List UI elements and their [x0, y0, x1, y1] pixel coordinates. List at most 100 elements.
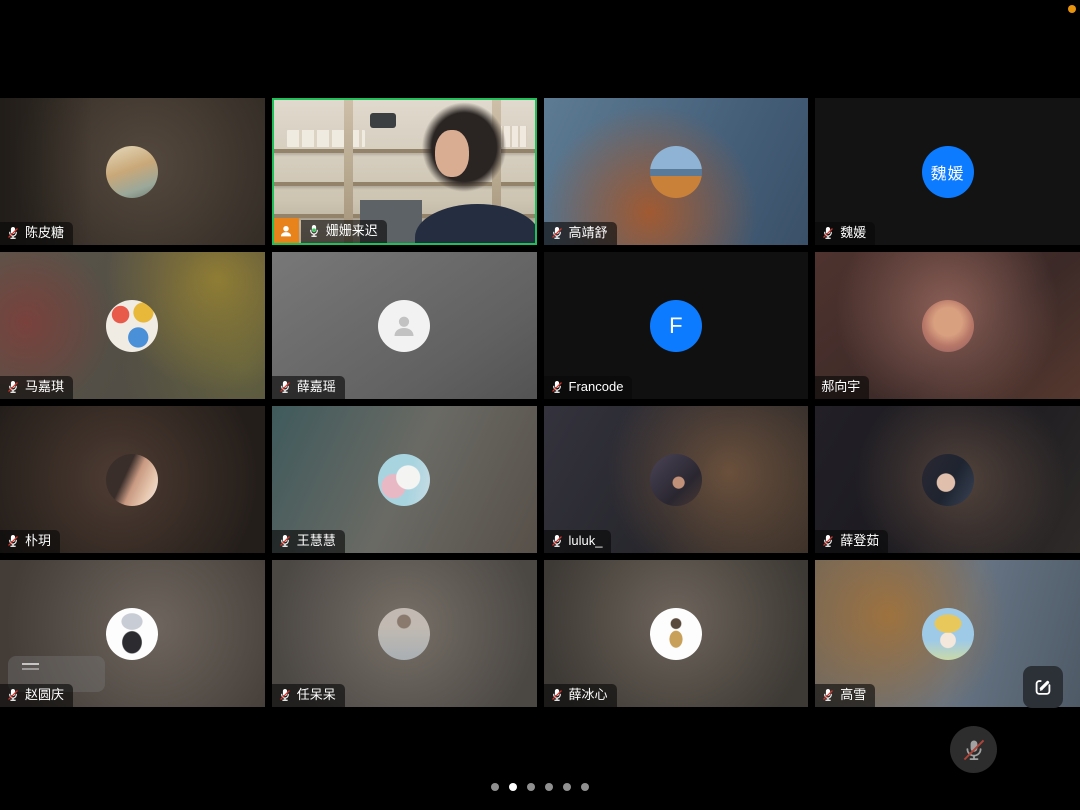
participant-tile[interactable]: 薛登茹	[815, 406, 1080, 553]
shelf-object	[370, 113, 396, 128]
mic-muted-icon	[821, 534, 835, 548]
participant-tile[interactable]: luluk_	[544, 406, 809, 553]
mic-muted-icon	[6, 534, 20, 548]
participant-tile[interactable]: F Francode	[544, 252, 809, 399]
participant-label: 薛嘉瑶	[272, 376, 345, 399]
microphone-toggle-button[interactable]	[950, 726, 997, 773]
recording-indicator-dot	[1068, 5, 1076, 13]
participant-label: 姗姗来迟	[301, 220, 387, 243]
participant-label: 郝向宇	[815, 376, 869, 399]
page-dot	[527, 783, 535, 791]
avatar	[922, 608, 974, 660]
mic-muted-icon	[962, 738, 986, 762]
mic-muted-icon	[821, 688, 835, 702]
avatar	[650, 146, 702, 198]
participant-name: 高靖舒	[569, 225, 608, 241]
participant-name: 薛嘉瑶	[297, 379, 336, 395]
participant-label: 薛冰心	[544, 684, 617, 707]
mic-muted-icon	[821, 226, 835, 240]
mic-muted-icon	[6, 226, 20, 240]
avatar-initials-text: F	[669, 313, 682, 339]
host-badge	[274, 218, 299, 243]
participant-label: 高雪	[815, 684, 875, 707]
participant-tile[interactable]: 陈皮糖	[0, 98, 265, 245]
avatar	[378, 608, 430, 660]
participant-tile[interactable]: 薛冰心	[544, 560, 809, 707]
avatar	[650, 608, 702, 660]
meeting-window: 陈皮糖 姗姗来迟	[0, 0, 1080, 810]
participant-label: Francode	[544, 376, 633, 399]
avatar	[106, 146, 158, 198]
participant-label: 陈皮糖	[0, 222, 73, 245]
participant-tile[interactable]: 王慧慧	[272, 406, 537, 553]
mic-muted-icon	[550, 688, 564, 702]
avatar-initials: F	[650, 300, 702, 352]
participant-name: 薛冰心	[569, 687, 608, 703]
avatar	[922, 454, 974, 506]
mic-muted-icon	[6, 380, 20, 394]
page-dot	[491, 783, 499, 791]
participant-name: 任呆呆	[297, 687, 336, 703]
participant-label: 薛登茹	[815, 530, 888, 553]
participant-name: 朴玥	[25, 533, 51, 549]
avatar	[378, 454, 430, 506]
participant-label: 赵圆庆	[0, 684, 73, 707]
mic-active-icon	[307, 224, 321, 238]
participant-tile[interactable]: 马嘉琪	[0, 252, 265, 399]
participant-name: 高雪	[840, 687, 866, 703]
participant-name: Francode	[569, 379, 624, 395]
participant-grid: 陈皮糖 姗姗来迟	[0, 98, 1080, 707]
annotate-button[interactable]	[1023, 666, 1063, 708]
avatar	[650, 454, 702, 506]
participant-name: 薛登茹	[840, 533, 879, 549]
participant-name: 陈皮糖	[25, 225, 64, 241]
page-dot-active	[509, 783, 517, 791]
mic-muted-icon	[6, 688, 20, 702]
participant-label: 高靖舒	[544, 222, 617, 245]
participant-label: luluk_	[544, 530, 612, 553]
avatar	[106, 300, 158, 352]
participant-tile[interactable]: 郝向宇	[815, 252, 1080, 399]
avatar	[922, 300, 974, 352]
mic-muted-icon	[278, 688, 292, 702]
participant-tile-active-speaker[interactable]: 姗姗来迟	[272, 98, 537, 245]
pencil-square-icon	[1032, 676, 1054, 698]
bookshelf-books	[287, 130, 365, 147]
mic-muted-icon	[278, 380, 292, 394]
participant-tile[interactable]: 薛嘉瑶	[272, 252, 537, 399]
page-dot	[581, 783, 589, 791]
participant-tile[interactable]: 高靖舒	[544, 98, 809, 245]
participant-name: 姗姗来迟	[326, 223, 378, 239]
mic-muted-icon	[550, 380, 564, 394]
avatar	[106, 454, 158, 506]
participant-name: luluk_	[569, 533, 603, 549]
avatar	[106, 608, 158, 660]
page-indicator	[0, 783, 1080, 791]
speaker-face	[435, 130, 469, 177]
participant-tile[interactable]: 朴玥	[0, 406, 265, 553]
avatar-initials-text: 魏媛	[931, 160, 965, 184]
participant-name: 魏媛	[840, 225, 866, 241]
participant-tile[interactable]: 任呆呆	[272, 560, 537, 707]
mic-muted-icon	[550, 534, 564, 548]
person-icon	[278, 223, 294, 239]
list-lines-icon	[22, 663, 39, 665]
avatar-initials: 魏媛	[922, 146, 974, 198]
mic-muted-icon	[550, 226, 564, 240]
participant-label: 任呆呆	[272, 684, 345, 707]
participant-label: 王慧慧	[272, 530, 345, 553]
participant-label: 马嘉琪	[0, 376, 73, 399]
participant-name: 赵圆庆	[25, 687, 64, 703]
participant-label: 朴玥	[0, 530, 60, 553]
participant-name: 马嘉琪	[25, 379, 64, 395]
participant-label: 魏媛	[815, 222, 875, 245]
participant-name: 王慧慧	[297, 533, 336, 549]
page-dot	[545, 783, 553, 791]
participant-name: 郝向宇	[821, 379, 860, 395]
person-silhouette-icon	[389, 311, 419, 341]
avatar-default-person	[378, 300, 430, 352]
page-dot	[563, 783, 571, 791]
participant-tile[interactable]: 赵圆庆	[0, 560, 265, 707]
mic-muted-icon	[278, 534, 292, 548]
participant-tile[interactable]: 魏媛 魏媛	[815, 98, 1080, 245]
